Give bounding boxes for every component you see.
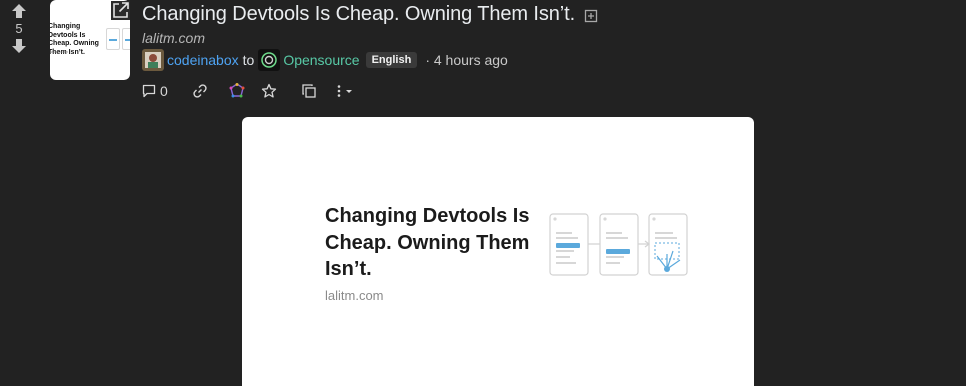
- external-link-icon[interactable]: [111, 1, 130, 20]
- copy-icon[interactable]: [301, 83, 317, 99]
- post-domain[interactable]: lalitm.com: [142, 30, 205, 46]
- post-meta: codeinabox to Opensource English · 4 hou…: [142, 49, 508, 71]
- fediverse-icon[interactable]: [229, 83, 245, 99]
- comment-count: 0: [160, 83, 168, 99]
- star-icon[interactable]: [261, 83, 277, 99]
- more-vertical-icon: [337, 85, 341, 97]
- author-link[interactable]: codeinabox: [167, 52, 239, 68]
- post-preview-image[interactable]: Changing Devtools Is Cheap. Owning Them …: [242, 117, 754, 386]
- thumbnail-card: [122, 28, 130, 50]
- arrow-down-icon[interactable]: [9, 37, 29, 55]
- to-label: to: [242, 52, 255, 68]
- thumbnail-domain: lalitm.com: [50, 49, 69, 54]
- post-title-row: Changing Devtools Is Cheap. Owning Them …: [142, 3, 598, 26]
- language-badge: English: [365, 52, 418, 68]
- preview-domain: lalitm.com: [325, 288, 384, 303]
- vote-column: 5: [8, 2, 30, 55]
- more-menu-button[interactable]: [335, 83, 354, 99]
- thumbnail-card: [106, 28, 120, 50]
- post-time: · 4 hours ago: [425, 52, 508, 68]
- post-title[interactable]: Changing Devtools Is Cheap. Owning Them …: [142, 3, 575, 26]
- post-actions: 0: [142, 82, 354, 100]
- link-icon[interactable]: [192, 83, 208, 99]
- score: 5: [15, 21, 23, 36]
- plus-square-icon[interactable]: [584, 9, 598, 23]
- preview-title: Changing Devtools Is Cheap. Owning Them …: [325, 205, 530, 280]
- caret-down-icon: [345, 90, 352, 93]
- devtools-diagram: [549, 213, 688, 276]
- comments-button[interactable]: 0: [142, 83, 168, 99]
- user-avatar[interactable]: [142, 49, 164, 71]
- community-link[interactable]: Opensource: [283, 52, 359, 68]
- arrow-up-icon[interactable]: [9, 2, 29, 20]
- community-icon[interactable]: [258, 49, 281, 71]
- comment-icon: [142, 84, 156, 98]
